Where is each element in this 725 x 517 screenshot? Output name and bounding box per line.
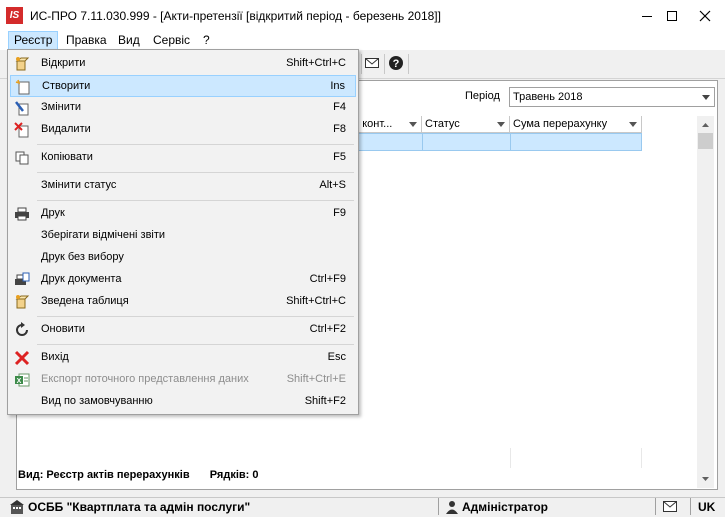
scroll-up-icon[interactable] — [697, 118, 714, 132]
menu-item-change-status[interactable]: Змінити статус Alt+S — [10, 175, 356, 197]
title-bar: IS ИС-ПРО 7.11.030.999 - [Акти-претензії… — [0, 0, 725, 32]
close-icon — [699, 10, 711, 21]
delete-icon — [14, 122, 29, 138]
menu-item-create[interactable]: Створити Ins — [10, 75, 356, 97]
print-icon — [15, 207, 29, 221]
menu-separator — [37, 200, 354, 201]
status-divider — [438, 498, 439, 515]
scroll-down-icon[interactable] — [697, 472, 714, 486]
row-count: Рядків: 0 — [209, 469, 259, 481]
status-bar: ОСББ "Квартплата та адмін послуги" Адмін… — [0, 497, 725, 515]
status-divider — [655, 498, 656, 515]
selected-row-cell[interactable] — [510, 133, 642, 151]
menu-separator — [37, 316, 354, 317]
minimize-icon — [642, 15, 652, 17]
menu-item-exit[interactable]: Вихід Esc — [10, 347, 356, 369]
column-header-contractor[interactable]: и конт... — [350, 116, 422, 133]
window-title: ИС-ПРО 7.11.030.999 - [Акти-претензії [в… — [30, 9, 441, 23]
maximize-button[interactable] — [657, 0, 687, 31]
toolbar-separator — [384, 54, 385, 74]
vertical-scrollbar[interactable] — [697, 116, 714, 488]
sort-dropdown-icon — [497, 122, 505, 127]
menu-separator — [37, 344, 354, 345]
menu-item-print-without-selection[interactable]: Друк без вибору — [10, 247, 356, 269]
copy-icon — [15, 151, 29, 165]
period-value: Травень 2018 — [513, 91, 583, 103]
print-document-icon — [15, 272, 30, 285]
menu-item-delete[interactable]: Видалити F8 — [10, 119, 356, 141]
maximize-icon — [667, 10, 677, 21]
mail-icon[interactable] — [663, 501, 677, 513]
period-select[interactable]: Травень 2018 — [509, 87, 715, 107]
send-mail-button[interactable] — [362, 53, 382, 73]
registry-menu-dropdown: Відкрити Shift+Ctrl+C Створити Ins Зміни… — [7, 49, 359, 415]
sort-dropdown-icon — [409, 122, 417, 127]
language-indicator[interactable]: UK — [698, 498, 715, 515]
help-icon: ? — [389, 56, 403, 70]
menu-bar: Реєстр Правка Вид Сервіс ? — [0, 31, 725, 50]
menu-item-edit[interactable]: Змінити F4 — [10, 97, 356, 119]
status-divider — [690, 498, 691, 515]
column-header-status[interactable]: Статус — [422, 116, 510, 133]
period-label: Період — [465, 90, 500, 102]
menu-item-default-view[interactable]: Вид по замовчуванню Shift+F2 — [10, 391, 356, 413]
svg-text:?: ? — [393, 58, 400, 70]
selected-row-cell[interactable] — [350, 133, 423, 151]
exit-icon — [14, 350, 30, 366]
pivot-table-icon — [15, 295, 30, 309]
user-icon — [446, 501, 458, 514]
menu-item-pivot-table[interactable]: Зведена таблиця Shift+Ctrl+C — [10, 291, 356, 313]
scrollbar-thumb[interactable] — [698, 133, 713, 149]
menu-item-save-marked-reports[interactable]: Зберігати відмічені звіти — [10, 225, 356, 247]
sort-dropdown-icon — [629, 122, 637, 127]
user-name: Адміністратор — [462, 500, 549, 514]
selected-row-cell[interactable] — [422, 133, 511, 151]
excel-export-icon: X — [15, 373, 30, 387]
column-header-amount[interactable]: Сума перерахунку — [510, 116, 642, 133]
menu-separator — [37, 172, 354, 173]
organization-name: ОСББ "Квартплата та адмін послуги" — [28, 500, 251, 514]
edit-icon — [15, 101, 29, 116]
menu-item-copy[interactable]: Копіювати F5 — [10, 147, 356, 169]
menu-item-open[interactable]: Відкрити Shift+Ctrl+C — [10, 53, 356, 75]
refresh-icon — [16, 322, 28, 336]
menu-item-print-document[interactable]: Друк документа Ctrl+F9 — [10, 269, 356, 291]
menu-item-print[interactable]: Друк F9 — [10, 203, 356, 225]
chevron-down-icon — [702, 95, 710, 100]
create-icon — [15, 79, 30, 95]
view-name: Вид: Реєстр актів перерахунків — [18, 469, 190, 481]
toolbar-separator — [408, 54, 409, 74]
menu-edit[interactable]: Правка — [61, 31, 112, 50]
column-divider — [641, 448, 642, 468]
column-divider — [510, 448, 511, 468]
menu-separator — [37, 144, 354, 145]
menu-item-export-current-view[interactable]: X Експорт поточного представлення даних … — [10, 369, 356, 391]
organization-icon — [10, 500, 24, 514]
registry-summary: Вид: Реєстр актів перерахунків Рядків: 0 — [18, 469, 259, 481]
svg-text:X: X — [17, 378, 22, 385]
menu-service[interactable]: Сервіс — [148, 31, 195, 50]
mail-icon — [365, 58, 379, 68]
open-icon — [15, 57, 30, 71]
help-button[interactable]: ? — [386, 53, 406, 73]
menu-item-refresh[interactable]: Оновити Ctrl+F2 — [10, 319, 356, 341]
close-button[interactable] — [690, 0, 720, 31]
menu-view[interactable]: Вид — [113, 31, 145, 50]
menu-registry[interactable]: Реєстр — [8, 31, 59, 50]
app-logo-icon: IS — [6, 7, 23, 24]
menu-help[interactable]: ? — [198, 31, 215, 50]
